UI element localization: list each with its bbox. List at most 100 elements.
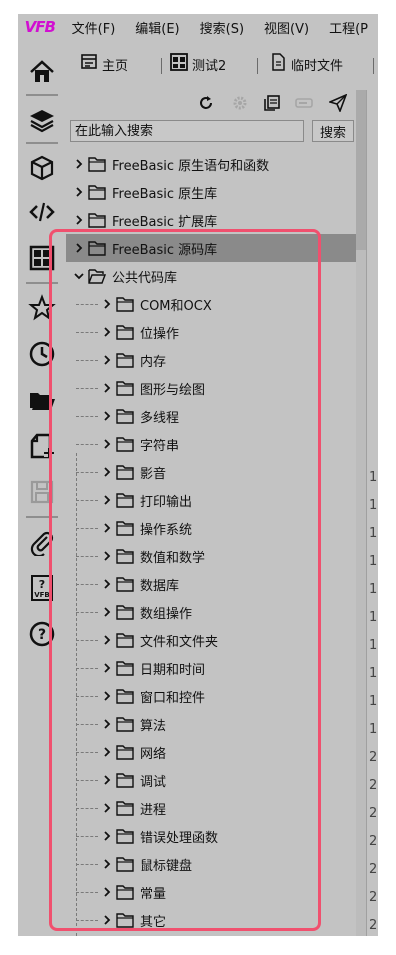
home-icon[interactable] bbox=[24, 54, 60, 90]
clock-icon[interactable] bbox=[24, 336, 60, 372]
search-input[interactable] bbox=[70, 120, 304, 142]
chevron-right-icon[interactable] bbox=[74, 243, 84, 253]
tree-item-child[interactable]: 常量 bbox=[66, 878, 356, 906]
grid-icon[interactable] bbox=[24, 240, 60, 276]
tree-item-child[interactable]: 窗口和控件 bbox=[66, 682, 356, 710]
tree-item-child[interactable]: 算法 bbox=[66, 710, 356, 738]
tree-item-child[interactable]: 调试 bbox=[66, 766, 356, 794]
tree-item-label: 数值和数学 bbox=[140, 550, 206, 566]
chevron-right-icon[interactable] bbox=[74, 187, 84, 197]
tree-item-child[interactable]: 网络 bbox=[66, 738, 356, 766]
chevron-right-icon[interactable] bbox=[102, 299, 112, 309]
tree-item-child[interactable]: 打印输出 bbox=[66, 486, 356, 514]
chevron-right-icon[interactable] bbox=[102, 747, 112, 757]
send-icon[interactable] bbox=[328, 93, 348, 113]
tree-item-child[interactable]: 影音 bbox=[66, 458, 356, 486]
tab-temp-file[interactable]: 临时文件 bbox=[269, 50, 343, 78]
chevron-right-icon[interactable] bbox=[74, 215, 84, 225]
help-icon[interactable]: ? bbox=[24, 616, 60, 652]
chevron-right-icon[interactable] bbox=[102, 495, 112, 505]
cube-icon[interactable] bbox=[24, 150, 60, 186]
chevron-right-icon[interactable] bbox=[102, 775, 112, 785]
tree-item-child[interactable]: 其它 bbox=[66, 906, 356, 934]
chevron-right-icon[interactable] bbox=[102, 915, 112, 925]
chevron-right-icon[interactable] bbox=[102, 327, 112, 337]
chevron-right-icon[interactable] bbox=[102, 887, 112, 897]
tree-item-child[interactable]: 图形与绘图 bbox=[66, 374, 356, 402]
tree-item-child[interactable]: 位操作 bbox=[66, 318, 356, 346]
tree-item-child[interactable]: 文件和文件夹 bbox=[66, 626, 356, 654]
chevron-right-icon[interactable] bbox=[102, 607, 112, 617]
tree-item-top[interactable]: 公共代码库 bbox=[66, 262, 356, 290]
tree-item-child[interactable]: 进程 bbox=[66, 794, 356, 822]
chevron-right-icon[interactable] bbox=[102, 635, 112, 645]
menu-file[interactable]: 文件(F) bbox=[62, 18, 126, 37]
chevron-right-icon[interactable] bbox=[102, 467, 112, 477]
paperclip-icon[interactable] bbox=[24, 524, 60, 560]
tree-item-label: 常量 bbox=[140, 886, 167, 902]
folder-icon bbox=[116, 576, 134, 592]
tree-item-child[interactable]: 内存 bbox=[66, 346, 356, 374]
layers-icon[interactable] bbox=[24, 102, 60, 138]
tree-item-top[interactable]: FreeBasic 原生库 bbox=[66, 178, 356, 206]
chevron-right-icon[interactable] bbox=[102, 411, 112, 421]
refresh-icon[interactable] bbox=[196, 93, 216, 113]
tree-item-top[interactable]: FreeBasic 源码库 bbox=[66, 234, 356, 262]
chevron-right-icon[interactable] bbox=[102, 831, 112, 841]
folder-icon bbox=[116, 520, 134, 536]
folder-icon bbox=[116, 716, 134, 732]
menu-search[interactable]: 搜索(S) bbox=[190, 18, 254, 37]
menu-view[interactable]: 视图(V) bbox=[254, 18, 319, 37]
chevron-right-icon[interactable] bbox=[102, 579, 112, 589]
tree-item-top[interactable]: FreeBasic 原生语句和函数 bbox=[66, 150, 356, 178]
chevron-right-icon[interactable] bbox=[102, 383, 112, 393]
tab-test2[interactable]: 测试2 bbox=[170, 50, 226, 78]
chevron-right-icon[interactable] bbox=[102, 691, 112, 701]
chevron-right-icon[interactable] bbox=[102, 523, 112, 533]
chevron-right-icon[interactable] bbox=[102, 803, 112, 813]
chevron-down-icon[interactable] bbox=[74, 271, 84, 281]
menu-edit[interactable]: 编辑(E) bbox=[125, 18, 189, 37]
tree-item-child[interactable]: 多线程 bbox=[66, 402, 356, 430]
menu-project[interactable]: 工程(P bbox=[319, 18, 378, 37]
copy-icon[interactable] bbox=[262, 93, 282, 113]
tree-item-child[interactable]: 操作系统 bbox=[66, 514, 356, 542]
folder-icon bbox=[116, 828, 134, 844]
line-number: 2 bbox=[369, 750, 378, 765]
vfb-help-icon[interactable]: ? VFB bbox=[24, 570, 60, 606]
tree-item-child[interactable]: 数据库 bbox=[66, 570, 356, 598]
line-number: 1 bbox=[369, 526, 378, 541]
search-button[interactable]: 搜索 bbox=[312, 120, 354, 142]
code-icon[interactable] bbox=[24, 194, 60, 230]
tab-home[interactable]: 主页 bbox=[80, 50, 128, 78]
tree-item-label: 其它 bbox=[140, 914, 167, 930]
folder-icon bbox=[116, 688, 134, 704]
scrollbar-thumb[interactable] bbox=[356, 90, 366, 250]
folder-icon bbox=[116, 296, 134, 312]
tab-bar: 主页 测试2 临时文件 bbox=[66, 40, 378, 90]
chevron-right-icon[interactable] bbox=[74, 159, 84, 169]
chevron-right-icon[interactable] bbox=[102, 663, 112, 673]
folder-icon bbox=[116, 604, 134, 620]
svg-text:VFB: VFB bbox=[34, 591, 50, 599]
chevron-right-icon[interactable] bbox=[102, 551, 112, 561]
new-file-icon[interactable] bbox=[24, 428, 60, 464]
chevron-right-icon[interactable] bbox=[102, 859, 112, 869]
chevron-right-icon[interactable] bbox=[102, 719, 112, 729]
tree-item-child[interactable]: 日期和时间 bbox=[66, 654, 356, 682]
tree-item-child[interactable]: 数值和数学 bbox=[66, 542, 356, 570]
folder-icon bbox=[116, 464, 134, 480]
code-library-panel: 搜索 FreeBasic 原生语句和函数FreeBasic 原生库FreeBas… bbox=[66, 90, 356, 936]
tree-item-child[interactable]: 鼠标键盘 bbox=[66, 850, 356, 878]
star-icon[interactable] bbox=[24, 290, 60, 326]
chevron-right-icon[interactable] bbox=[102, 439, 112, 449]
tree-item-child[interactable]: 数组操作 bbox=[66, 598, 356, 626]
panel-scrollbar[interactable] bbox=[356, 90, 366, 936]
folder-open-icon[interactable] bbox=[24, 382, 60, 418]
tree-item-child[interactable]: 字符串 bbox=[66, 430, 356, 458]
tree-item-child[interactable]: 错误处理函数 bbox=[66, 822, 356, 850]
tree-item-top[interactable]: FreeBasic 扩展库 bbox=[66, 206, 356, 234]
tree-item-child[interactable]: COM和OCX bbox=[66, 290, 356, 318]
tree-item-label: 算法 bbox=[140, 718, 167, 734]
chevron-right-icon[interactable] bbox=[102, 355, 112, 365]
